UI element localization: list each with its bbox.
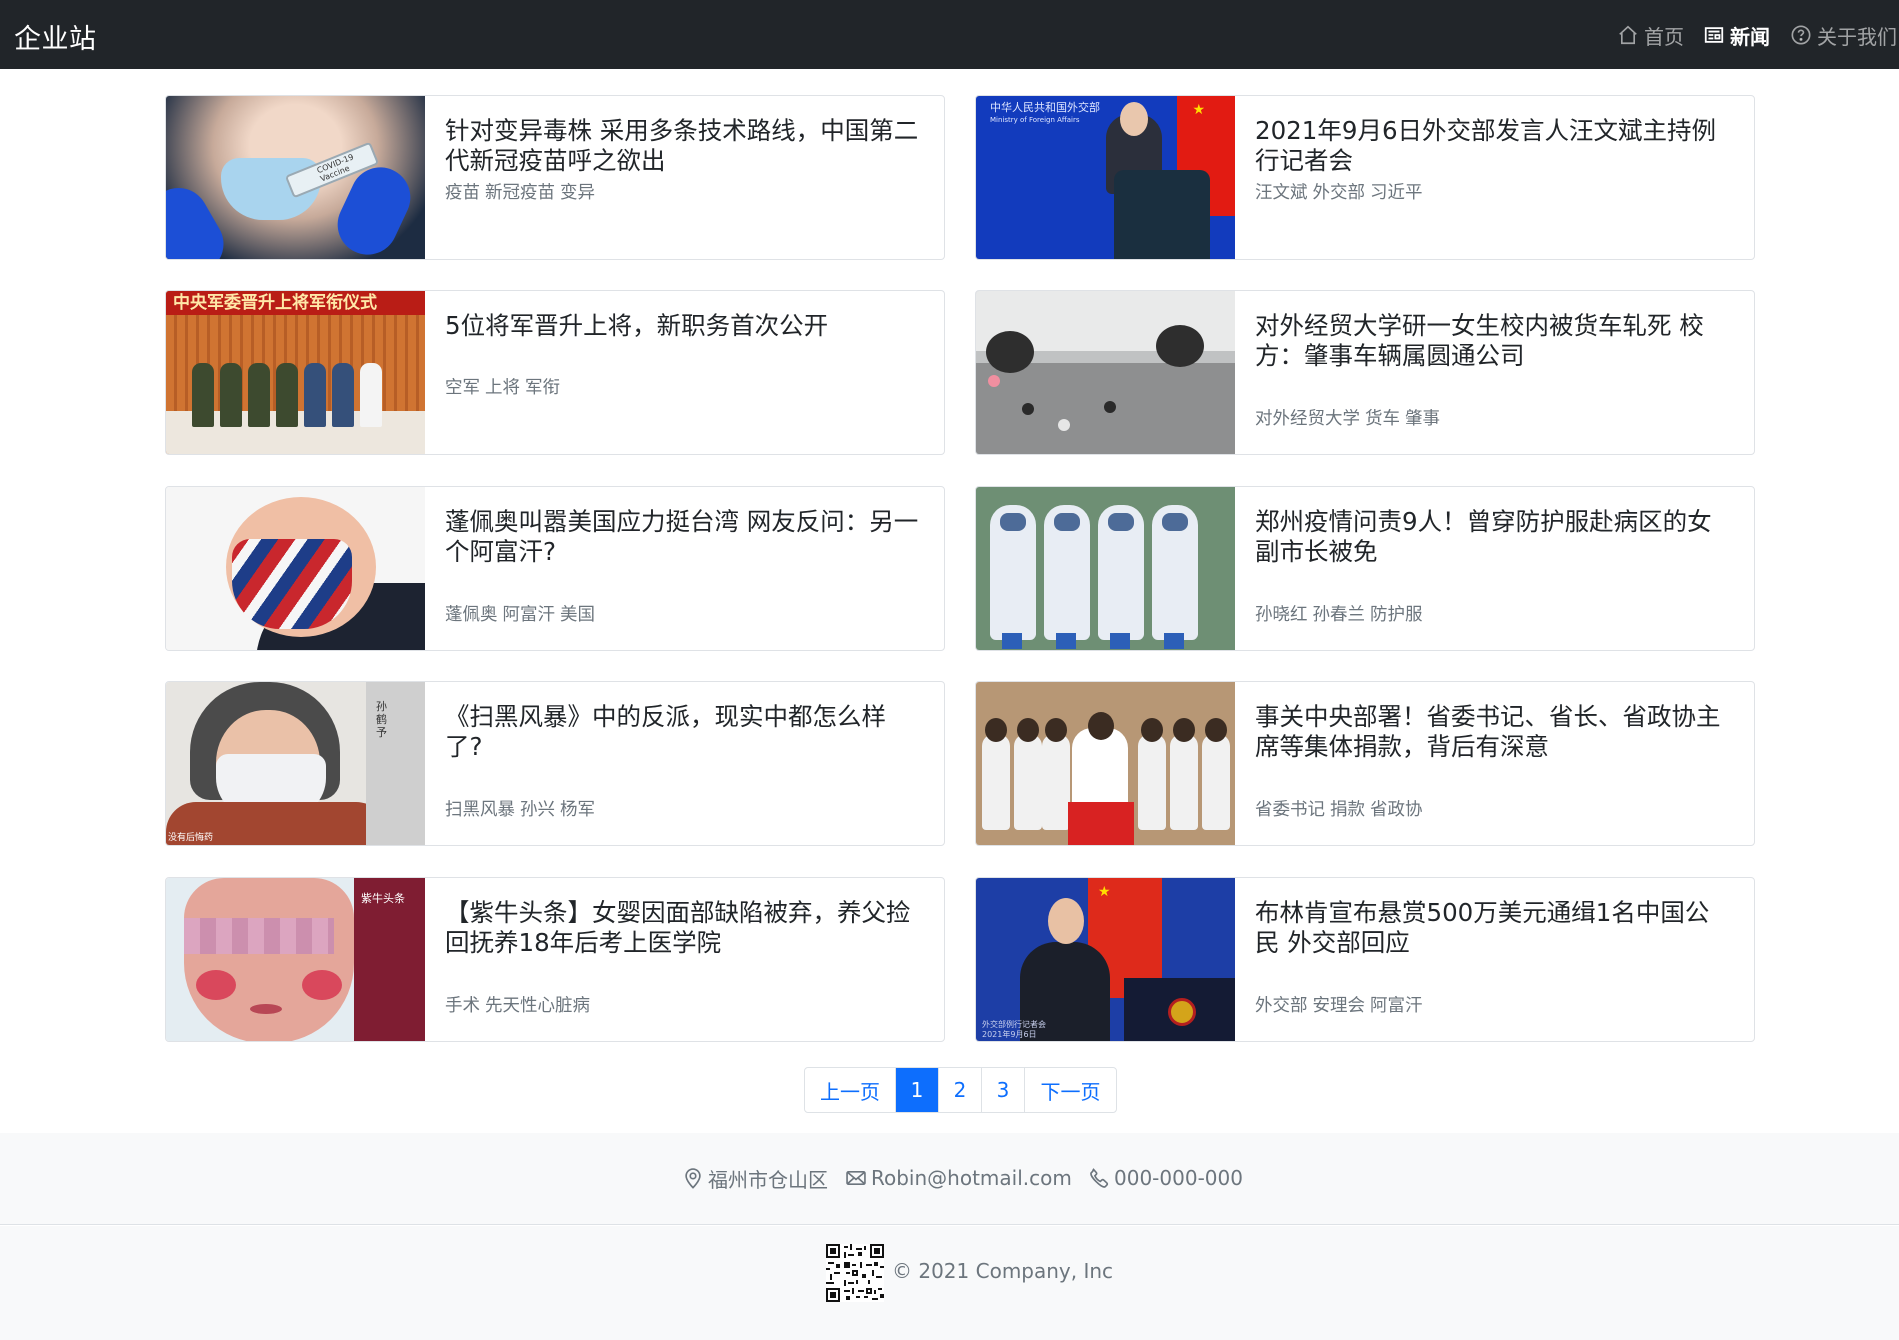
- news-title[interactable]: 郑州疫情问责9人！曾穿防护服赴病区的女副市长被免: [1255, 507, 1729, 567]
- news-tag[interactable]: 军衔: [525, 378, 560, 398]
- news-thumbnail[interactable]: 中央军委晋升上将军衔仪式: [166, 291, 425, 454]
- news-tag[interactable]: 货车: [1365, 409, 1400, 429]
- phone-text[interactable]: 000-000-000: [1114, 1166, 1243, 1190]
- envelope-icon: [845, 1167, 867, 1189]
- news-thumbnail[interactable]: 中华人民共和国外交部 Ministry of Foreign Affairs ★: [976, 96, 1235, 259]
- news-title[interactable]: 针对变异毒株 采用多条技术路线，中国第二代新冠疫苗呼之欲出: [445, 116, 919, 176]
- news-thumbnail[interactable]: [976, 682, 1235, 845]
- prev-page-button[interactable]: 上一页: [805, 1068, 895, 1112]
- news-tag[interactable]: 阿富汗: [1370, 996, 1423, 1016]
- news-tag[interactable]: 空军: [445, 378, 480, 398]
- news-title[interactable]: 对外经贸大学研一女生校内被货车轧死 校方：肇事车辆属圆通公司: [1255, 311, 1729, 371]
- house-icon: [1617, 24, 1639, 46]
- nav-news-link[interactable]: 新闻: [1703, 21, 1770, 49]
- news-tag[interactable]: 外交部: [1313, 183, 1366, 203]
- news-tag[interactable]: 孙晓红: [1255, 605, 1308, 625]
- newspaper-icon: [1703, 24, 1725, 46]
- news-tag[interactable]: 手术: [445, 996, 480, 1016]
- question-circle-icon: [1790, 24, 1812, 46]
- news-tag[interactable]: 先天性心脏病: [485, 996, 590, 1016]
- brand-logo[interactable]: 企业站: [14, 17, 97, 56]
- news-tag[interactable]: 省政协: [1370, 800, 1423, 820]
- news-card[interactable]: 对外经贸大学研一女生校内被货车轧死 校方：肇事车辆属圆通公司 对外经贸大学 货车肇…: [975, 290, 1755, 455]
- contact-bar: 福州市仓山区 Robin@hotmail.com 000-000-000: [0, 1133, 1899, 1225]
- geo-pin-icon: [682, 1167, 704, 1189]
- news-title[interactable]: 5位将军晋升上将，新职务首次公开: [445, 311, 919, 341]
- page-1-button[interactable]: 1: [895, 1068, 938, 1112]
- footer-phone[interactable]: 000-000-000: [1088, 1164, 1243, 1192]
- news-tag[interactable]: 杨军: [560, 800, 595, 820]
- news-title[interactable]: 事关中央部署！省委书记、省长、省政协主席等集体捐款，背后有深意: [1255, 702, 1729, 762]
- news-tag[interactable]: 孙春兰: [1313, 605, 1366, 625]
- news-tags: 对外经贸大学 货车 肇事: [1255, 405, 1445, 430]
- news-thumbnail[interactable]: [976, 487, 1235, 650]
- news-tag[interactable]: 汪文斌: [1255, 183, 1308, 203]
- nav-about-label: 关于我们: [1817, 24, 1897, 49]
- news-tag[interactable]: 捐款: [1330, 800, 1365, 820]
- next-page-button[interactable]: 下一页: [1024, 1068, 1116, 1112]
- news-card[interactable]: ★ 外交部例行记者会 2021年9月6日 布林肯宣布悬赏500万美元通缉1名中国…: [975, 877, 1755, 1042]
- news-tags: 空军 上将 军衔: [445, 374, 565, 399]
- qr-code-icon: [826, 1244, 884, 1302]
- news-title[interactable]: 《扫黑风暴》中的反派，现实中都怎么样了?: [445, 702, 919, 762]
- news-thumbnail[interactable]: 紫牛头条: [166, 878, 425, 1041]
- nav-about-link[interactable]: 关于我们: [1790, 21, 1897, 49]
- page-2-button[interactable]: 2: [938, 1068, 981, 1112]
- news-title[interactable]: 布林肯宣布悬赏500万美元通缉1名中国公民 外交部回应: [1255, 898, 1729, 958]
- news-tags: 外交部 安理会 阿富汗: [1255, 992, 1428, 1017]
- news-tags: 扫黑风暴 孙兴 杨军: [445, 796, 600, 821]
- news-card[interactable]: 郑州疫情问责9人！曾穿防护服赴病区的女副市长被免 孙晓红 孙春兰 防护服: [975, 486, 1755, 651]
- news-card[interactable]: 中央军委晋升上将军衔仪式 5位将军晋升上将，新职务首次公开 空军 上将 军衔: [165, 290, 945, 455]
- news-tag[interactable]: 安理会: [1313, 996, 1366, 1016]
- news-tag[interactable]: 外交部: [1255, 996, 1308, 1016]
- news-tag[interactable]: 扫黑风暴: [445, 800, 515, 820]
- news-tag[interactable]: 疫苗: [445, 183, 480, 203]
- news-card[interactable]: 孙鹤予 没有后悔药 《扫黑风暴》中的反派，现实中都怎么样了? 扫黑风暴 孙兴 杨军: [165, 681, 945, 846]
- news-thumbnail[interactable]: COVID-19 Vaccine: [166, 96, 425, 259]
- news-title[interactable]: 蓬佩奥叫嚣美国应力挺台湾 网友反问：另一个阿富汗?: [445, 507, 919, 567]
- pagination: 上一页 1 2 3 下一页: [804, 1067, 1117, 1113]
- email-text[interactable]: Robin@hotmail.com: [871, 1166, 1072, 1190]
- news-tags: 孙晓红 孙春兰 防护服: [1255, 601, 1428, 626]
- copyright-text: © 2021 Company, Inc: [892, 1259, 1114, 1283]
- news-tag[interactable]: 美国: [560, 605, 595, 625]
- news-tag[interactable]: 新冠疫苗: [485, 183, 555, 203]
- news-tag[interactable]: 蓬佩奥: [445, 605, 498, 625]
- news-tag[interactable]: 习近平: [1370, 183, 1423, 203]
- news-card[interactable]: 蓬佩奥叫嚣美国应力挺台湾 网友反问：另一个阿富汗? 蓬佩奥 阿富汗 美国: [165, 486, 945, 651]
- news-card[interactable]: 紫牛头条 【紫牛头条】女婴因面部缺陷被弃，养父捡回抚养18年后考上医学院 手术先…: [165, 877, 945, 1042]
- nav-home-link[interactable]: 首页: [1617, 21, 1684, 49]
- news-card[interactable]: 事关中央部署！省委书记、省长、省政协主席等集体捐款，背后有深意 省委书记 捐款 省政…: [975, 681, 1755, 846]
- news-card[interactable]: 中华人民共和国外交部 Ministry of Foreign Affairs ★…: [975, 95, 1755, 260]
- telephone-icon: [1088, 1167, 1110, 1189]
- news-thumbnail[interactable]: 孙鹤予 没有后悔药: [166, 682, 425, 845]
- nav-home-label: 首页: [1644, 24, 1684, 49]
- news-title[interactable]: 2021年9月6日外交部发言人汪文斌主持例行记者会: [1255, 116, 1729, 176]
- news-tag[interactable]: 对外经贸大学: [1255, 409, 1360, 429]
- news-tag[interactable]: 阿富汗: [503, 605, 556, 625]
- news-thumbnail[interactable]: ★ 外交部例行记者会 2021年9月6日: [976, 878, 1235, 1041]
- news-tags: 手术 先天性心脏病: [445, 992, 595, 1017]
- news-thumbnail[interactable]: [976, 291, 1235, 454]
- copyright-bar: © 2021 Company, Inc: [0, 1226, 1899, 1340]
- page-3-button[interactable]: 3: [981, 1068, 1024, 1112]
- footer-address: 福州市仓山区: [682, 1164, 828, 1192]
- news-title[interactable]: 【紫牛头条】女婴因面部缺陷被弃，养父捡回抚养18年后考上医学院: [445, 898, 919, 958]
- address-text: 福州市仓山区: [708, 1167, 828, 1192]
- news-tags: 省委书记 捐款 省政协: [1255, 796, 1428, 821]
- news-tags: 汪文斌 外交部 习近平: [1255, 179, 1428, 204]
- news-tag[interactable]: 防护服: [1370, 605, 1423, 625]
- news-tag[interactable]: 变异: [560, 183, 595, 203]
- footer-email[interactable]: Robin@hotmail.com: [845, 1164, 1072, 1192]
- news-tags: 蓬佩奥 阿富汗 美国: [445, 601, 600, 626]
- news-thumbnail[interactable]: [166, 487, 425, 650]
- news-tag[interactable]: 上将: [485, 378, 520, 398]
- news-tag[interactable]: 肇事: [1405, 409, 1440, 429]
- news-tag[interactable]: 孙兴: [520, 800, 555, 820]
- top-navbar: 企业站 首页 新闻 关于我们: [0, 0, 1899, 69]
- news-tags: 疫苗 新冠疫苗 变异: [445, 179, 600, 204]
- nav-news-label: 新闻: [1730, 24, 1770, 49]
- news-tag[interactable]: 省委书记: [1255, 800, 1325, 820]
- news-card[interactable]: COVID-19 Vaccine 针对变异毒株 采用多条技术路线，中国第二代新冠…: [165, 95, 945, 260]
